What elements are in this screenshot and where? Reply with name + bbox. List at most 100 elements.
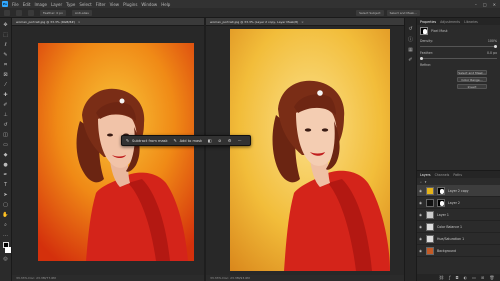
document-tab-right[interactable]: woman_portrait.jpg @ 33.3% (Layer 2 copy… — [206, 18, 404, 26]
zoom-tool-icon[interactable]: ⌕ — [2, 222, 9, 229]
eye-icon[interactable]: ◉ — [419, 201, 423, 205]
lasso-tool-icon[interactable]: ℓ — [2, 42, 9, 49]
menu-image[interactable]: Image — [34, 2, 47, 7]
layer-mask-thumbnail[interactable] — [437, 186, 445, 195]
density-slider[interactable] — [420, 45, 497, 48]
more-tools-icon[interactable]: … — [2, 232, 9, 239]
layer-mask-thumbnail[interactable] — [437, 198, 445, 207]
close-tab-icon[interactable]: × — [301, 20, 304, 24]
link-icon[interactable]: ⛓ — [439, 275, 444, 280]
blend-mode-icon[interactable]: ▾ — [425, 180, 427, 184]
shape-tool-icon[interactable]: ▢ — [2, 202, 9, 209]
tab-adjustments[interactable]: Adjustments — [440, 20, 460, 24]
canvas-image-right[interactable] — [230, 29, 390, 271]
menu-select[interactable]: Select — [79, 2, 91, 7]
quick-mask-icon[interactable]: ◎ — [2, 256, 9, 263]
add-to-mask-button[interactable]: ✎ Add to mask — [173, 138, 202, 143]
select-and-mask-button[interactable]: Select and Mask... — [457, 70, 487, 75]
tab-channels[interactable]: Channels — [435, 173, 450, 177]
quick-select-tool-icon[interactable]: ✎ — [2, 52, 9, 59]
layer-row[interactable]: ◉ Color Balance 1 — [417, 221, 500, 233]
menu-layer[interactable]: Layer — [51, 2, 62, 7]
blur-tool-icon[interactable]: ◆ — [2, 152, 9, 159]
feather-value[interactable]: 0.0 px — [487, 51, 497, 55]
eye-icon[interactable]: ◉ — [419, 249, 423, 253]
eyedropper-tool-icon[interactable]: ⁄ — [2, 82, 9, 89]
hand-tool-icon[interactable]: ✋ — [2, 212, 9, 219]
marquee-tool-icon[interactable]: ⬚ — [2, 32, 9, 39]
maximize-icon[interactable]: □ — [483, 2, 487, 7]
feather-slider[interactable] — [420, 57, 497, 60]
group-icon[interactable]: ▭ — [472, 275, 476, 280]
eye-icon[interactable]: ◉ — [419, 213, 423, 217]
mask-options-icon[interactable]: ⚙ — [227, 138, 232, 143]
mask-thumbnail[interactable] — [420, 27, 428, 35]
eye-icon[interactable]: ◉ — [419, 225, 423, 229]
pen-tool-icon[interactable]: ✒ — [2, 172, 9, 179]
tab-paths[interactable]: Paths — [453, 173, 462, 177]
menu-help[interactable]: Help — [161, 2, 170, 7]
layer-row[interactable]: ◉ Layer 2 — [417, 197, 500, 209]
close-icon[interactable]: ✕ — [493, 2, 496, 7]
invert-mask-icon[interactable]: ◧ — [207, 138, 212, 143]
brush-tool-icon[interactable]: ✐ — [2, 102, 9, 109]
fx-icon[interactable]: ƒ — [449, 275, 450, 280]
adjustment-layer-icon[interactable]: ◐ — [464, 275, 468, 280]
frame-tool-icon[interactable]: ⊠ — [2, 72, 9, 79]
menu-type[interactable]: Type — [66, 2, 75, 7]
gradient-tool-icon[interactable]: ▭ — [2, 142, 9, 149]
subtract-from-mask-button[interactable]: ✎ Subtract from mask — [125, 138, 168, 143]
type-tool-icon[interactable]: T — [2, 182, 9, 189]
canvas-image-left[interactable] — [38, 43, 194, 261]
trash-icon[interactable]: 🗑 — [489, 275, 494, 280]
add-selection-icon[interactable] — [28, 9, 34, 16]
layer-row[interactable]: ◉ Background — [417, 245, 500, 257]
swatches-icon[interactable]: ▦ — [408, 47, 413, 53]
antialias-checkbox[interactable]: Anti-alias — [71, 9, 92, 16]
eye-icon[interactable]: ◉ — [419, 237, 423, 241]
new-layer-icon[interactable]: ⊞ — [481, 275, 484, 280]
app-logo[interactable]: Ps — [2, 1, 8, 7]
filter-kind-icon[interactable]: ⌕ — [420, 180, 422, 184]
eraser-tool-icon[interactable]: ◫ — [2, 132, 9, 139]
invert-button[interactable]: Invert — [457, 84, 487, 89]
close-tab-icon[interactable]: × — [78, 20, 81, 24]
more-options-icon[interactable]: ··· — [237, 138, 242, 143]
disable-mask-icon[interactable]: ⊘ — [217, 138, 222, 143]
menu-filter[interactable]: Filter — [96, 2, 106, 7]
info-icon[interactable]: ⓘ — [408, 36, 413, 43]
density-slider-knob[interactable] — [494, 45, 497, 48]
minimize-icon[interactable]: – — [475, 2, 477, 7]
history-brush-icon[interactable]: ↺ — [2, 122, 9, 129]
healing-tool-icon[interactable]: ✚ — [2, 92, 9, 99]
tool-preset-icon[interactable] — [4, 9, 10, 16]
add-mask-icon[interactable]: ◘ — [456, 275, 459, 280]
menu-plugins[interactable]: Plugins — [123, 2, 137, 7]
history-icon[interactable]: ↺ — [408, 26, 412, 32]
tab-layers[interactable]: Layers — [420, 173, 431, 177]
stamp-tool-icon[interactable]: ⊥ — [2, 112, 9, 119]
crop-tool-icon[interactable]: ⌗ — [2, 62, 9, 69]
select-mask-button[interactable]: Select and Mask... — [386, 9, 420, 16]
layer-row[interactable]: ◉ Hue/Saturation 1 — [417, 233, 500, 245]
feather-slider-knob[interactable] — [420, 57, 423, 60]
density-value[interactable]: 100% — [488, 39, 497, 43]
move-tool-icon[interactable]: ✥ — [2, 22, 9, 29]
menu-edit[interactable]: Edit — [23, 2, 31, 7]
path-select-icon[interactable]: ➤ — [2, 192, 9, 199]
tab-libraries[interactable]: Libraries — [464, 20, 478, 24]
layer-row[interactable]: ◉ Layer 2 copy — [417, 185, 500, 197]
background-color-swatch[interactable] — [4, 247, 11, 253]
dodge-tool-icon[interactable]: ● — [2, 162, 9, 169]
layer-row[interactable]: ◉ Layer 1 — [417, 209, 500, 221]
document-tab-left[interactable]: woman_portrait.jpg @ 33.3% (RGB/8#) × — [12, 18, 204, 26]
brush-settings-icon[interactable]: ✐ — [408, 57, 412, 63]
feather-field[interactable]: Feather: 0 px — [40, 9, 66, 16]
eye-icon[interactable]: ◉ — [419, 189, 423, 193]
menu-view[interactable]: View — [110, 2, 120, 7]
color-range-button[interactable]: Color Range... — [457, 77, 487, 82]
new-selection-icon[interactable] — [16, 9, 22, 16]
menu-file[interactable]: File — [12, 2, 19, 7]
tab-properties[interactable]: Properties — [420, 20, 436, 24]
menu-window[interactable]: Window — [141, 2, 157, 7]
